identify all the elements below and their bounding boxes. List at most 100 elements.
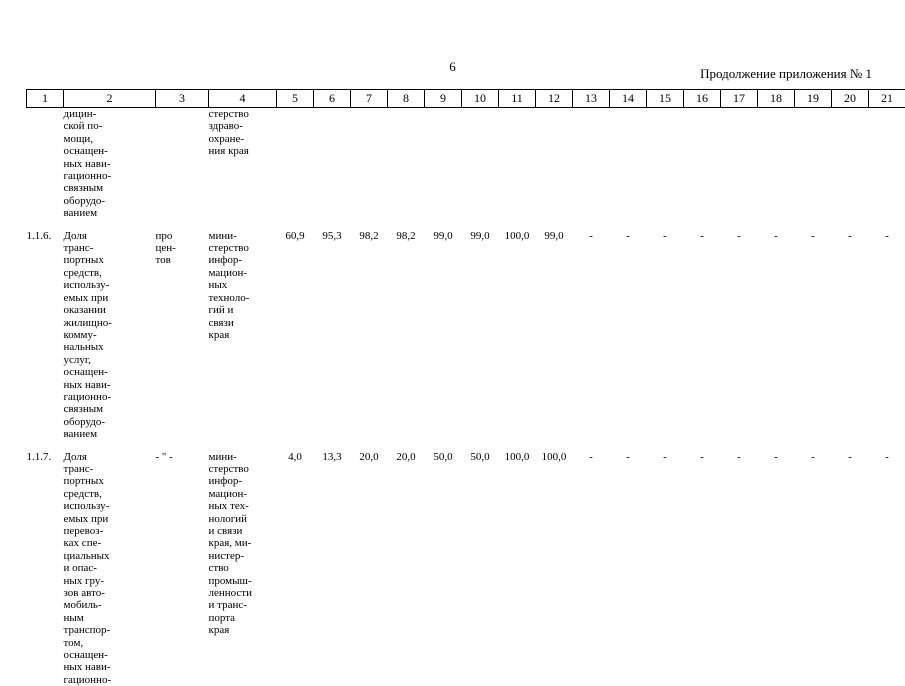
row-spacer bbox=[27, 220, 905, 230]
row-unit-text: про цен- тов bbox=[156, 230, 209, 267]
row-name-cell: дицин- ской по- мощи, оснащен- ных нави-… bbox=[64, 108, 156, 220]
column-number-cell: 11 bbox=[499, 90, 536, 108]
row-responsible-text: стерство здраво- охране- ния края bbox=[209, 108, 277, 158]
row-extra-cell: - bbox=[869, 451, 905, 686]
column-number-cell: 2 bbox=[64, 90, 156, 108]
column-number-cell: 16 bbox=[684, 90, 721, 108]
row-extra-cell bbox=[795, 108, 832, 220]
row-value-cell bbox=[425, 108, 462, 220]
column-number-cell: 6 bbox=[314, 90, 351, 108]
row-value-cell: 99,0 bbox=[425, 230, 462, 441]
row-value-cell: 100,0 bbox=[499, 451, 536, 686]
column-number-cell: 7 bbox=[351, 90, 388, 108]
column-number-cell: 18 bbox=[758, 90, 795, 108]
row-extra-cell: - bbox=[795, 451, 832, 686]
row-value-cell: 60,9 bbox=[277, 230, 314, 441]
column-number-cell: 4 bbox=[209, 90, 277, 108]
row-extra-cell: - bbox=[573, 230, 610, 441]
row-unit-cell: про цен- тов bbox=[156, 230, 209, 441]
row-value-cell bbox=[388, 108, 425, 220]
row-extra-cell bbox=[573, 108, 610, 220]
row-value-cell: 99,0 bbox=[462, 230, 499, 441]
row-extra-cell: - bbox=[758, 230, 795, 441]
row-value-cell bbox=[499, 108, 536, 220]
row-extra-cell bbox=[684, 108, 721, 220]
row-value-cell: 100,0 bbox=[536, 451, 573, 686]
column-number-cell: 14 bbox=[610, 90, 647, 108]
row-extra-cell: - bbox=[721, 451, 758, 686]
row-responsible-cell: стерство здраво- охране- ния края bbox=[209, 108, 277, 220]
column-number-cell: 13 bbox=[573, 90, 610, 108]
row-value-cell bbox=[536, 108, 573, 220]
row-extra-cell: - bbox=[573, 451, 610, 686]
row-spacer bbox=[27, 441, 905, 451]
row-extra-cell: - bbox=[610, 451, 647, 686]
row-unit-cell bbox=[156, 108, 209, 220]
column-number-cell: 10 bbox=[462, 90, 499, 108]
row-index-cell: 1.1.7. bbox=[27, 451, 64, 686]
row-extra-cell: - bbox=[610, 230, 647, 441]
row-name-text: Доля транс- портных средств, использу- е… bbox=[64, 451, 156, 686]
row-extra-cell bbox=[832, 108, 869, 220]
continuation-heading: Продолжение приложения № 1 bbox=[700, 66, 872, 81]
row-name-text: Доля транс- портных средств, использу- е… bbox=[64, 230, 156, 441]
row-extra-cell bbox=[721, 108, 758, 220]
row-responsible-text: мини- стерство инфор- мацион- ных технол… bbox=[209, 230, 277, 342]
row-extra-cell bbox=[758, 108, 795, 220]
row-value-cell: 4,0 bbox=[277, 451, 314, 686]
column-number-cell: 21 bbox=[869, 90, 905, 108]
row-responsible-cell: мини- стерство инфор- мацион- ных технол… bbox=[209, 230, 277, 441]
row-value-cell: 98,2 bbox=[388, 230, 425, 441]
column-number-cell: 15 bbox=[647, 90, 684, 108]
table-row: дицин- ской по- мощи, оснащен- ных нави-… bbox=[27, 108, 905, 220]
table-row: 1.1.6. Доля транс- портных средств, испо… bbox=[27, 230, 905, 441]
row-extra-cell: - bbox=[832, 230, 869, 441]
row-value-cell: 98,2 bbox=[351, 230, 388, 441]
column-number-cell: 20 bbox=[832, 90, 869, 108]
row-value-cell: 13,3 bbox=[314, 451, 351, 686]
row-unit-cell: - " - bbox=[156, 451, 209, 686]
row-extra-cell: - bbox=[647, 230, 684, 441]
row-value-cell: 50,0 bbox=[425, 451, 462, 686]
row-responsible-cell: мини- стерство инфор- мацион- ных тех- н… bbox=[209, 451, 277, 686]
column-number-cell: 12 bbox=[536, 90, 573, 108]
row-spacer-cell bbox=[27, 441, 905, 451]
row-extra-cell: - bbox=[869, 230, 905, 441]
column-number-cell: 9 bbox=[425, 90, 462, 108]
row-extra-cell: - bbox=[758, 451, 795, 686]
row-extra-cell: - bbox=[832, 451, 869, 686]
table-column-number-row: 1 2 3 4 5 6 7 8 9 10 11 12 13 14 15 16 1… bbox=[27, 90, 905, 108]
column-number-cell: 1 bbox=[27, 90, 64, 108]
row-index-text: 1.1.7. bbox=[27, 451, 64, 463]
row-extra-cell: - bbox=[684, 451, 721, 686]
row-extra-cell: - bbox=[684, 230, 721, 441]
row-index-text: 1.1.6. bbox=[27, 230, 64, 242]
row-value-cell bbox=[351, 108, 388, 220]
row-extra-cell: - bbox=[647, 451, 684, 686]
row-value-cell: 100,0 bbox=[499, 230, 536, 441]
table-row: 1.1.7. Доля транс- портных средств, испо… bbox=[27, 451, 905, 686]
appendix-table-wrapper: 1 2 3 4 5 6 7 8 9 10 11 12 13 14 15 16 1… bbox=[26, 89, 872, 686]
row-spacer-cell bbox=[27, 220, 905, 230]
row-value-cell bbox=[277, 108, 314, 220]
row-value-cell: 20,0 bbox=[351, 451, 388, 686]
row-value-cell: 50,0 bbox=[462, 451, 499, 686]
row-unit-text: - " - bbox=[156, 451, 209, 463]
row-value-cell: 20,0 bbox=[388, 451, 425, 686]
column-number-cell: 5 bbox=[277, 90, 314, 108]
row-index-cell: 1.1.6. bbox=[27, 230, 64, 441]
row-extra-cell bbox=[647, 108, 684, 220]
row-extra-cell bbox=[869, 108, 905, 220]
row-name-text: дицин- ской по- мощи, оснащен- ных нави-… bbox=[64, 108, 156, 220]
row-value-cell: 95,3 bbox=[314, 230, 351, 441]
column-number-cell: 17 bbox=[721, 90, 758, 108]
row-name-cell: Доля транс- портных средств, использу- е… bbox=[64, 451, 156, 686]
row-extra-cell: - bbox=[795, 230, 832, 441]
row-name-cell: Доля транс- портных средств, использу- е… bbox=[64, 230, 156, 441]
column-number-cell: 19 bbox=[795, 90, 832, 108]
document-page: 6 Продолжение приложения № 1 bbox=[0, 0, 905, 640]
row-value-cell: 99,0 bbox=[536, 230, 573, 441]
row-value-cell bbox=[314, 108, 351, 220]
column-number-cell: 8 bbox=[388, 90, 425, 108]
appendix-table: 1 2 3 4 5 6 7 8 9 10 11 12 13 14 15 16 1… bbox=[26, 89, 905, 686]
